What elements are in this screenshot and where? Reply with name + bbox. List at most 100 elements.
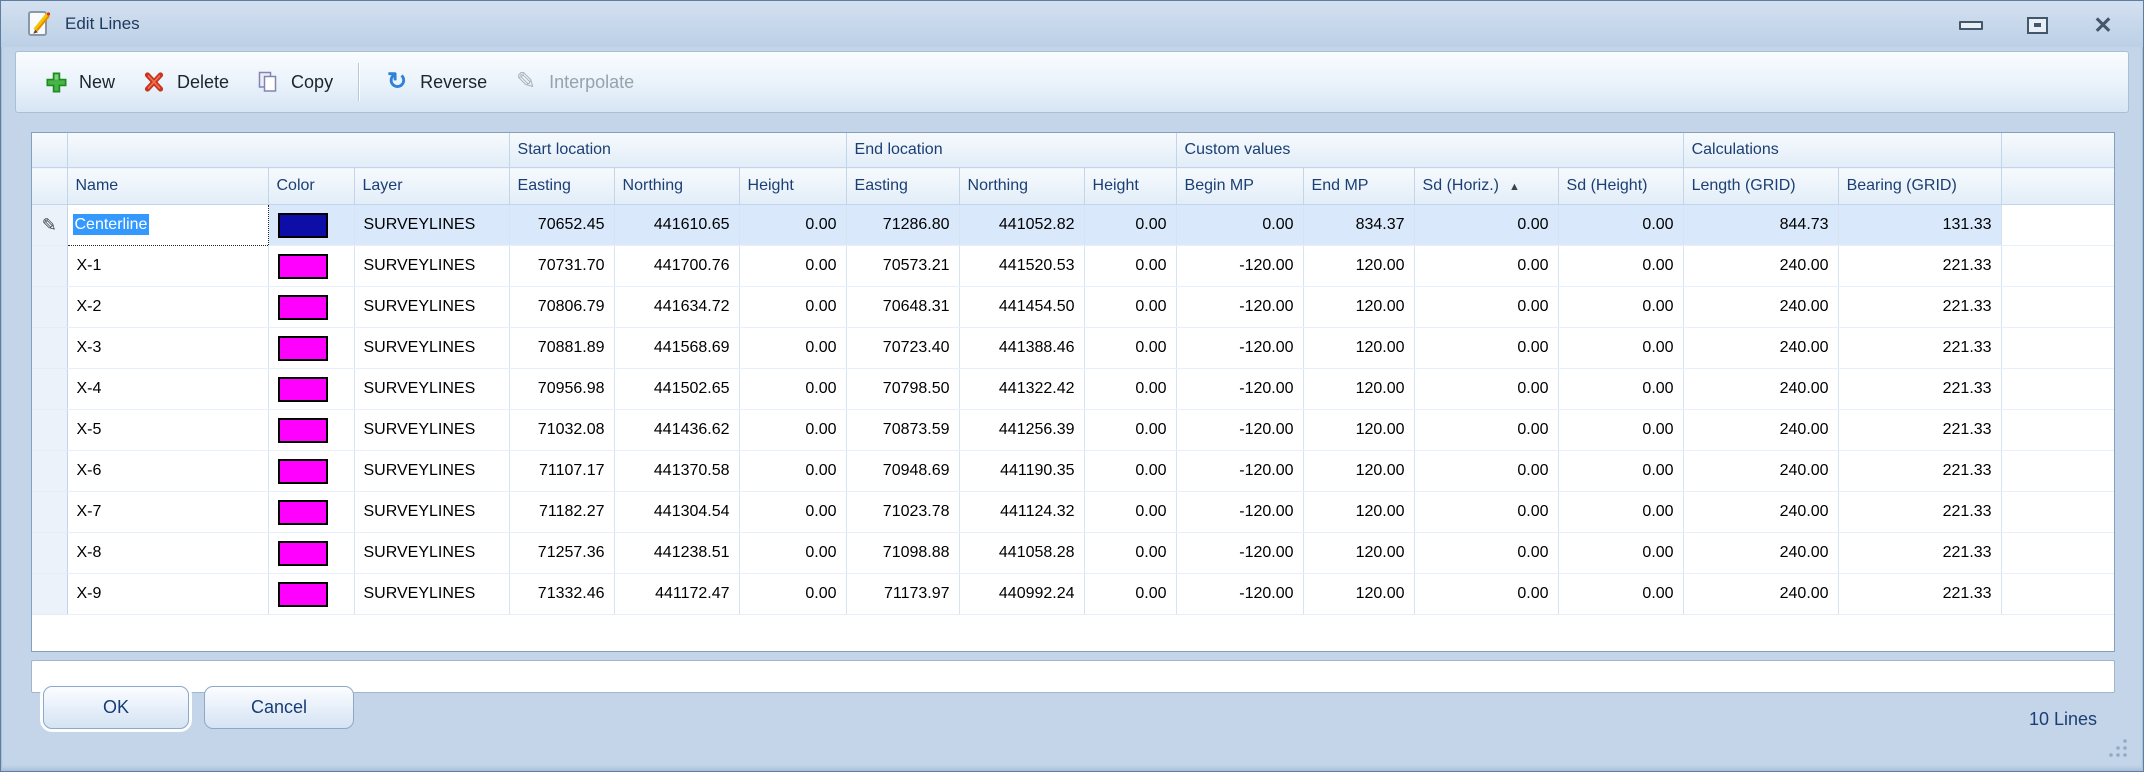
cell-s-easting[interactable]: 70652.45	[509, 205, 614, 246]
cell-sd-horiz[interactable]: 0.00	[1414, 533, 1558, 574]
cell-length-grid[interactable]: 240.00	[1683, 369, 1838, 410]
cell-s-easting[interactable]: 71032.08	[509, 410, 614, 451]
cell-name[interactable]: X-9	[67, 574, 268, 615]
color-swatch[interactable]	[278, 377, 328, 402]
cancel-button[interactable]: Cancel	[204, 686, 354, 729]
cell-s-northing[interactable]: 441634.72	[614, 287, 739, 328]
cell-s-height[interactable]: 0.00	[739, 246, 846, 287]
cell-sd-horiz[interactable]: 0.00	[1414, 451, 1558, 492]
color-swatch[interactable]	[278, 582, 328, 607]
cell-sd-horiz[interactable]: 0.00	[1414, 574, 1558, 615]
cell-e-easting[interactable]: 71173.97	[846, 574, 959, 615]
cell-bearing-grid[interactable]: 221.33	[1838, 369, 2001, 410]
cell-e-easting[interactable]: 70873.59	[846, 410, 959, 451]
cell-color[interactable]	[268, 574, 354, 615]
cell-s-height[interactable]: 0.00	[739, 574, 846, 615]
cell-end-mp[interactable]: 120.00	[1303, 492, 1414, 533]
cell-sd-horiz[interactable]: 0.00	[1414, 492, 1558, 533]
cell-length-grid[interactable]: 240.00	[1683, 328, 1838, 369]
cell-end-mp[interactable]: 120.00	[1303, 533, 1414, 574]
cell-s-northing[interactable]: 441304.54	[614, 492, 739, 533]
cell-e-easting[interactable]: 70573.21	[846, 246, 959, 287]
cell-begin-mp[interactable]: -120.00	[1176, 246, 1303, 287]
cell-sd-horiz[interactable]: 0.00	[1414, 205, 1558, 246]
column-header-color[interactable]: Color	[268, 168, 354, 205]
cell-end-mp[interactable]: 120.00	[1303, 451, 1414, 492]
cell-begin-mp[interactable]: -120.00	[1176, 369, 1303, 410]
cell-e-northing[interactable]: 441124.32	[959, 492, 1084, 533]
cell-e-northing[interactable]: 441454.50	[959, 287, 1084, 328]
row-indicator[interactable]	[32, 533, 67, 574]
column-header-name[interactable]: Name	[67, 168, 268, 205]
cell-s-height[interactable]: 0.00	[739, 328, 846, 369]
row-indicator[interactable]	[32, 574, 67, 615]
cell-e-easting[interactable]: 70798.50	[846, 369, 959, 410]
cell-e-height[interactable]: 0.00	[1084, 287, 1176, 328]
toolbar-button-new[interactable]: New	[30, 61, 128, 103]
cell-color[interactable]	[268, 410, 354, 451]
cell-sd-horiz[interactable]: 0.00	[1414, 410, 1558, 451]
cell-begin-mp[interactable]: 0.00	[1176, 205, 1303, 246]
color-swatch[interactable]	[278, 459, 328, 484]
cell-layer[interactable]: SURVEYLINES	[354, 287, 509, 328]
cell-e-northing[interactable]: 441058.28	[959, 533, 1084, 574]
row-indicator[interactable]	[32, 369, 67, 410]
cell-e-northing[interactable]: 441256.39	[959, 410, 1084, 451]
cell-begin-mp[interactable]: -120.00	[1176, 451, 1303, 492]
cell-layer[interactable]: SURVEYLINES	[354, 492, 509, 533]
cell-end-mp[interactable]: 120.00	[1303, 574, 1414, 615]
cell-s-easting[interactable]: 71182.27	[509, 492, 614, 533]
cell-name[interactable]: X-2	[67, 287, 268, 328]
row-indicator[interactable]	[32, 410, 67, 451]
cell-bearing-grid[interactable]: 221.33	[1838, 533, 2001, 574]
cell-e-easting[interactable]: 70723.40	[846, 328, 959, 369]
cell-layer[interactable]: SURVEYLINES	[354, 533, 509, 574]
cell-bearing-grid[interactable]: 221.33	[1838, 246, 2001, 287]
cell-s-northing[interactable]: 441502.65	[614, 369, 739, 410]
cell-e-easting[interactable]: 71098.88	[846, 533, 959, 574]
cell-length-grid[interactable]: 240.00	[1683, 533, 1838, 574]
cell-sd-height[interactable]: 0.00	[1558, 287, 1683, 328]
cell-sd-height[interactable]: 0.00	[1558, 533, 1683, 574]
cell-end-mp[interactable]: 120.00	[1303, 287, 1414, 328]
cell-s-height[interactable]: 0.00	[739, 205, 846, 246]
column-header-e-northing[interactable]: Northing	[959, 168, 1084, 205]
column-header-s-northing[interactable]: Northing	[614, 168, 739, 205]
cell-sd-horiz[interactable]: 0.00	[1414, 246, 1558, 287]
color-swatch[interactable]	[278, 254, 328, 279]
cell-e-height[interactable]: 0.00	[1084, 492, 1176, 533]
cell-length-grid[interactable]: 240.00	[1683, 574, 1838, 615]
cell-bearing-grid[interactable]: 221.33	[1838, 451, 2001, 492]
cell-s-easting[interactable]: 70731.70	[509, 246, 614, 287]
cell-e-height[interactable]: 0.00	[1084, 369, 1176, 410]
column-header-s-easting[interactable]: Easting	[509, 168, 614, 205]
column-header-begin-mp[interactable]: Begin MP	[1176, 168, 1303, 205]
cell-sd-height[interactable]: 0.00	[1558, 451, 1683, 492]
cell-layer[interactable]: SURVEYLINES	[354, 410, 509, 451]
cell-sd-height[interactable]: 0.00	[1558, 410, 1683, 451]
cell-end-mp[interactable]: 120.00	[1303, 369, 1414, 410]
column-header-length-grid[interactable]: Length (GRID)	[1683, 168, 1838, 205]
cell-sd-height[interactable]: 0.00	[1558, 492, 1683, 533]
cell-s-height[interactable]: 0.00	[739, 492, 846, 533]
cell-begin-mp[interactable]: -120.00	[1176, 533, 1303, 574]
cell-length-grid[interactable]: 844.73	[1683, 205, 1838, 246]
color-swatch[interactable]	[278, 295, 328, 320]
color-swatch[interactable]	[278, 541, 328, 566]
cell-e-height[interactable]: 0.00	[1084, 410, 1176, 451]
cell-s-height[interactable]: 0.00	[739, 369, 846, 410]
column-header-e-height[interactable]: Height	[1084, 168, 1176, 205]
cell-e-northing[interactable]: 441520.53	[959, 246, 1084, 287]
cell-color[interactable]	[268, 246, 354, 287]
row-indicator[interactable]	[32, 246, 67, 287]
cell-e-height[interactable]: 0.00	[1084, 205, 1176, 246]
cell-begin-mp[interactable]: -120.00	[1176, 328, 1303, 369]
cell-length-grid[interactable]: 240.00	[1683, 492, 1838, 533]
cell-s-easting[interactable]: 71257.36	[509, 533, 614, 574]
cell-name[interactable]: X-8	[67, 533, 268, 574]
cell-e-northing[interactable]: 441322.42	[959, 369, 1084, 410]
cell-s-easting[interactable]: 70956.98	[509, 369, 614, 410]
cell-s-northing[interactable]: 441238.51	[614, 533, 739, 574]
cell-end-mp[interactable]: 120.00	[1303, 328, 1414, 369]
row-indicator[interactable]: ✎	[32, 205, 67, 246]
